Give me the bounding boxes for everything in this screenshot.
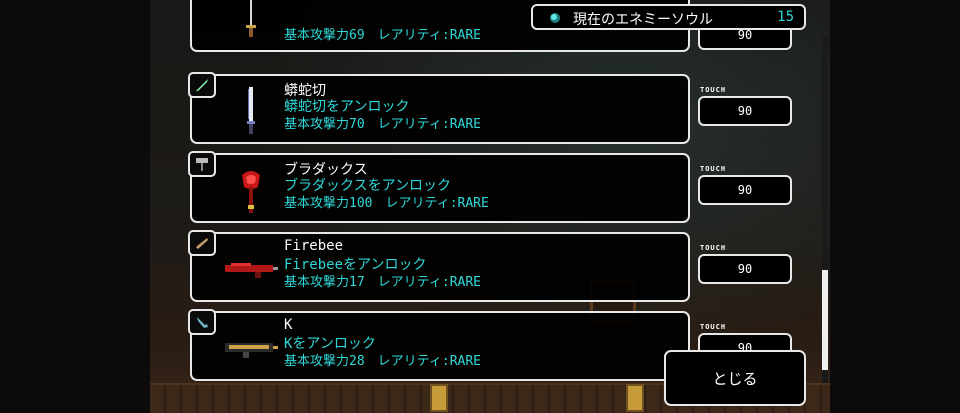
cost-button[interactable]: 90 (698, 96, 792, 126)
axe-icon (222, 163, 280, 217)
scrollbar-thumb[interactable] (822, 270, 828, 370)
item-stats: 基本攻撃力70 レアリティ:RARE (284, 117, 482, 132)
enemy-soul-counter: 現在のエネミーソウル 15 (531, 4, 806, 30)
cost-button[interactable]: 90 (698, 254, 792, 284)
hammer-icon (188, 151, 216, 177)
soul-value: 15 (777, 9, 794, 25)
cost-block[interactable]: TOUCH 90 (694, 86, 798, 146)
item-stats: 基本攻撃力100 レアリティ:RARE (284, 196, 489, 211)
gun-icon (188, 230, 216, 256)
item-stats: 基本攻撃力69 レアリティ:RARE (284, 28, 482, 43)
cost-block[interactable]: TOUCH 90 (694, 165, 798, 225)
lamp-decoration (626, 384, 644, 412)
item-name: K (284, 317, 293, 333)
touch-label: TOUCH (700, 86, 727, 94)
lamp-decoration (430, 384, 448, 412)
weapon-unlock-list[interactable]: 基本攻撃力69 レアリティ:RARE 90 蟒蛇切 蟒蛇切をアンロック 基本攻撃… (186, 0, 810, 383)
sword-icon (222, 0, 280, 46)
sword-icon (188, 72, 216, 98)
soul-label: 現在のエネミーソウル (573, 12, 713, 28)
item-stats: 基本攻撃力28 レアリティ:RARE (284, 354, 482, 369)
list-item[interactable]: Firebee Firebeeをアンロック 基本攻撃力17 レアリティ:RARE (188, 230, 690, 302)
gun-icon (222, 242, 280, 296)
touch-label: TOUCH (700, 244, 727, 252)
cost-block[interactable]: TOUCH 90 (694, 244, 798, 304)
touch-label: TOUCH (700, 323, 727, 331)
gun-icon (188, 309, 216, 335)
list-item[interactable]: 蟒蛇切 蟒蛇切をアンロック 基本攻撃力70 レアリティ:RARE (188, 72, 690, 144)
gun-icon (222, 321, 280, 375)
list-item[interactable]: K Kをアンロック 基本攻撃力28 レアリティ:RARE (188, 309, 690, 381)
touch-label: TOUCH (700, 165, 727, 173)
sword-icon (222, 84, 280, 138)
soul-orb-icon (550, 13, 560, 23)
item-stats: 基本攻撃力17 レアリティ:RARE (284, 275, 482, 290)
cost-button[interactable]: 90 (698, 175, 792, 205)
close-button[interactable]: とじる (664, 350, 806, 406)
list-item[interactable]: ブラダックス ブラダックスをアンロック 基本攻撃力100 レアリティ:RARE (188, 151, 690, 223)
item-name: Firebee (284, 238, 344, 254)
